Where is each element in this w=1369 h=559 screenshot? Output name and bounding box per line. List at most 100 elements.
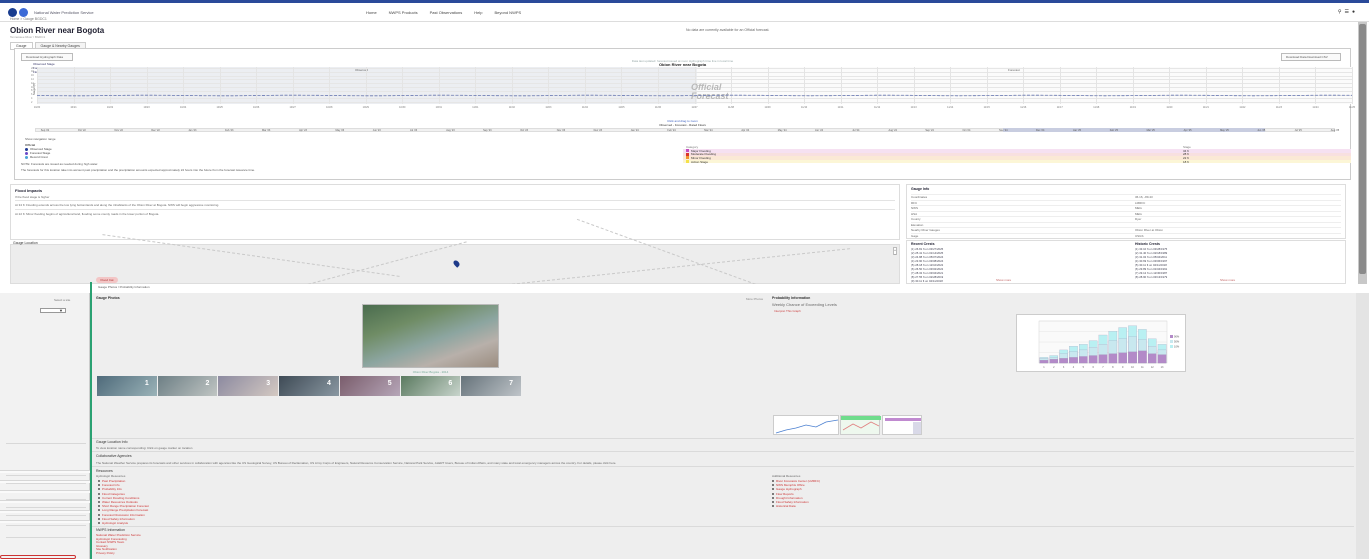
- y-tick: 14: [31, 77, 34, 81]
- x-tick: 11/03: [545, 106, 552, 109]
- page-subtitle: Tennessee River / BGDC1: [10, 35, 46, 39]
- page-scrollbar[interactable]: [1358, 22, 1367, 284]
- bullet-icon: [98, 505, 100, 508]
- utility-icons: ⚲ ☰ ●: [1338, 9, 1355, 15]
- prob-x-tick: 8: [1112, 366, 1114, 369]
- user-icon[interactable]: ●: [1352, 9, 1355, 15]
- breadcrumb[interactable]: Home > Gauge BGDC1: [10, 17, 47, 21]
- page: National Water Prediction Service Home N…: [0, 0, 1369, 559]
- x-tick: 11/09: [764, 106, 771, 109]
- nws-logo-icon[interactable]: [19, 7, 28, 17]
- photo-thumbnail[interactable]: 2: [157, 376, 218, 396]
- lower-tab-note[interactable]: Gauge Photos / Probability Information: [98, 285, 150, 289]
- photo-thumbnail[interactable]: 1: [97, 376, 157, 396]
- legend-record[interactable]: Record Crest: [25, 155, 48, 159]
- chevron-down-icon: ▼: [59, 308, 63, 313]
- prob-legend-swatch: [1170, 340, 1173, 343]
- prob-mini-chart-1[interactable]: [773, 415, 839, 435]
- navigator-tick: Mar '24: [704, 129, 713, 132]
- legend-record-dot: [25, 155, 28, 159]
- additional-resources-title: Additional Resources: [772, 474, 801, 478]
- navigator-tick: Jun '23: [372, 129, 381, 132]
- agency-name: National Water Prediction Service: [34, 9, 94, 15]
- action-value: 18 ft: [1183, 159, 1189, 164]
- probability-chart[interactable]: 1 2 3 4 5 6 7 8 9 10 11 12 13 90% 50% 10%: [1016, 314, 1186, 372]
- recent-crests-more[interactable]: Show more: [996, 278, 1011, 282]
- noaa-logo-icon[interactable]: [8, 7, 17, 17]
- sidebar-stripe: [0, 500, 90, 503]
- flood-category-pill[interactable]: Flood Cat: [96, 277, 118, 283]
- x-tick: 11/22: [1239, 106, 1246, 109]
- navigator-tick: Aug '25: [1330, 129, 1340, 132]
- thumbnail-number: 5: [387, 380, 392, 387]
- photo-thumbnail[interactable]: 6: [400, 376, 461, 396]
- prob-mini-chart-2[interactable]: [840, 415, 881, 435]
- gauge-info-panel: Gauge Info Coordinates 36.16, -89.43 RFC LM…: [906, 184, 1346, 239]
- navigator-tick: Jul '24: [852, 129, 860, 132]
- divider: [92, 526, 1354, 527]
- gauge-info-value: Dyer: [1135, 217, 1142, 221]
- nav-past-observations[interactable]: Past Observations: [430, 10, 463, 15]
- legend-record-label: Record Crest: [30, 155, 48, 159]
- hydrologic-link[interactable]: Hydrologic Analysis: [98, 521, 128, 525]
- main-gauge-photo[interactable]: [362, 304, 499, 368]
- bullet-icon: [772, 501, 774, 503]
- gauge-info-value: 36.16, -89.43: [1135, 195, 1153, 199]
- prob-x-tick: 6: [1092, 366, 1094, 369]
- probability-bar: [1108, 353, 1118, 364]
- x-tick: 11/02: [508, 106, 515, 109]
- scrollbar-thumb[interactable]: [1359, 24, 1366, 274]
- probability-bar: [1049, 359, 1058, 364]
- gauge-marker-icon[interactable]: [452, 259, 461, 268]
- thumbnail-number: 4: [326, 380, 331, 387]
- bullet-icon: [772, 488, 774, 491]
- y-tick: 20: [31, 66, 34, 70]
- nav-help[interactable]: Help: [474, 10, 482, 15]
- bullet-icon: [98, 522, 100, 524]
- search-icon[interactable]: ⚲: [1338, 9, 1342, 15]
- bullet-icon: [98, 501, 100, 503]
- gauge-info-key: NWS: [911, 206, 918, 210]
- main-nav: Home NWPS Products Past Observations Hel…: [366, 10, 521, 15]
- sidebar-stripe: [0, 520, 90, 523]
- probability-bar: [1069, 357, 1078, 364]
- nav-beyond[interactable]: Beyond NWPS: [495, 10, 522, 15]
- gauge-info-row: Gage USGS: [911, 232, 1341, 238]
- photo-thumbnail[interactable]: 7: [461, 376, 522, 396]
- historic-crests-more[interactable]: Show more: [1220, 278, 1235, 282]
- x-tick: 10/26: [253, 106, 260, 109]
- probability-bar: [1039, 360, 1049, 364]
- photo-thumbnail[interactable]: 5: [339, 376, 400, 396]
- flood-impacts-title[interactable]: Flood Impacts: [15, 188, 42, 193]
- prob-mini-chart-3[interactable]: [882, 415, 922, 435]
- thumbnail-number: 1: [144, 380, 149, 387]
- nav-home[interactable]: Home: [366, 10, 377, 15]
- more-photos-link[interactable]: More Photos: [746, 297, 763, 301]
- range-toggle[interactable]: Show navigation range: [25, 137, 56, 141]
- x-tick: 10/22: [106, 106, 114, 109]
- menu-icon[interactable]: ☰: [1344, 9, 1348, 15]
- mini-chart-band: [841, 416, 881, 420]
- additional-link[interactable]: Historical Data: [772, 504, 796, 508]
- navigator-tick: Apr '24: [741, 129, 750, 132]
- photo-thumbnail[interactable]: 4: [279, 376, 339, 396]
- nwps-info-link[interactable]: Privacy Policy: [96, 551, 115, 555]
- prob-x-tick: 2: [1053, 366, 1055, 369]
- probability-subtitle: Weekly Chance of Exceeding Levels: [772, 302, 837, 307]
- map-zoom-controls[interactable]: + -: [893, 247, 897, 256]
- bullet-icon: [98, 509, 100, 512]
- y-tick: 8: [31, 89, 33, 93]
- prob-legend-swatch: [1170, 335, 1173, 338]
- probability-chart-svg: 1 2 3 4 5 6 7 8 9 10 11 12 1390%50%10%: [1038, 320, 1180, 369]
- gauge-location-map[interactable]: Gauge Location + -: [10, 218, 900, 310]
- navigator-tick: Sep '23: [483, 129, 492, 132]
- site-select[interactable]: ▼: [40, 308, 66, 313]
- navigator-tick: May '23: [335, 129, 345, 132]
- photo-thumbnail[interactable]: 3: [218, 376, 279, 396]
- recent-crests-title: Recent Crests: [911, 242, 935, 246]
- interpret-graph-link[interactable]: Interpret This Graph: [774, 309, 801, 313]
- x-tick: 10/29: [362, 106, 369, 109]
- nav-products[interactable]: NWPS Products: [389, 10, 418, 15]
- feedback-button[interactable]: [0, 555, 76, 559]
- bullet-icon: [98, 517, 100, 520]
